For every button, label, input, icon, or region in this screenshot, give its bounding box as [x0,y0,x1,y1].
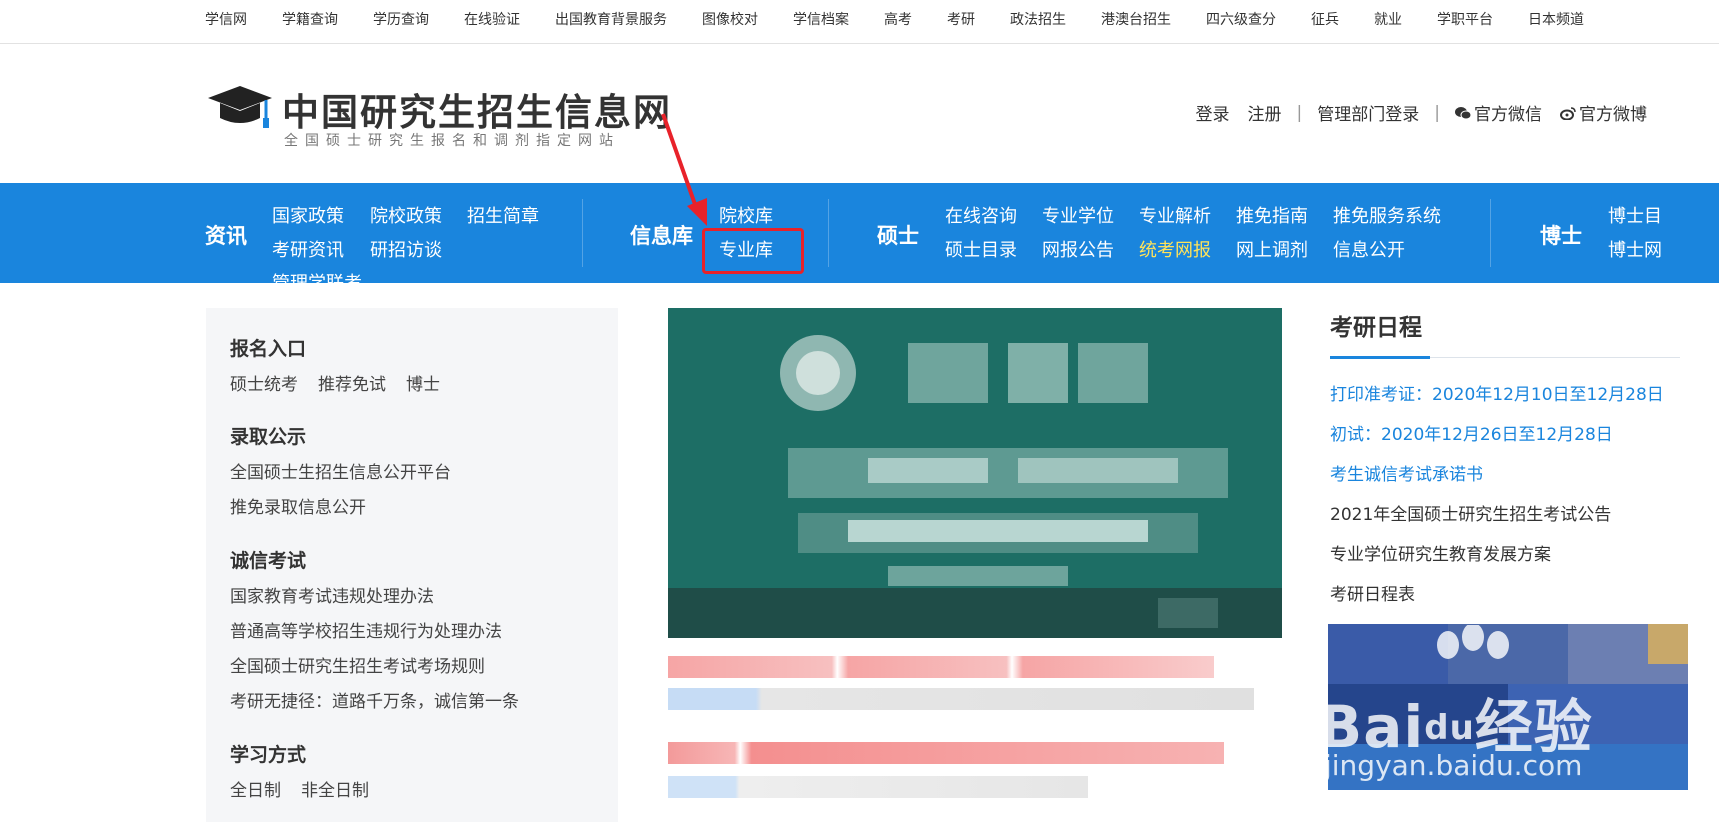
nav-link-major-analysis[interactable]: 专业解析 [1139,202,1211,228]
left-quick-links-panel: 报名入口 硕士统考 推荐免试 博士 录取公示 全国硕士生招生信息公开平台 推免录… [206,308,618,822]
nav-link-kaoyan-news[interactable]: 考研资讯 [272,236,344,262]
schedule-item[interactable]: 初试：2020年12月26日至12月28日 [1330,420,1613,445]
top-link-military[interactable]: 征兵 [1311,9,1339,29]
top-link-employment[interactable]: 就业 [1374,9,1402,29]
nav-link-national-policy[interactable]: 国家政策 [272,202,344,228]
nav-link-brochure[interactable]: 招生简章 [467,202,539,228]
top-link-gaokao[interactable]: 高考 [884,9,912,29]
nav-link-phd-catalog[interactable]: 博士目 [1608,202,1662,228]
weibo-label: 官方微博 [1579,105,1647,125]
separator: | [1434,102,1440,123]
link-recommend-admission-disclosure[interactable]: 推免录取信息公开 [230,493,366,518]
schedule-item[interactable]: 专业学位研究生教育发展方案 [1330,540,1551,565]
blurred-banner-icon [668,308,1282,638]
site-header: 中国研究生招生信息网 全国硕士研究生报名和调剂指定网站 登录 注册 | 管理部门… [0,44,1719,183]
nav-link-school-policy[interactable]: 院校政策 [370,202,442,228]
nav-divider [1490,199,1491,267]
section-heading-integrity: 诚信考试 [230,550,307,572]
section-heading-registration: 报名入口 [230,338,307,360]
top-link-law[interactable]: 政法招生 [1010,9,1066,29]
schedule-item[interactable]: 考研日程表 [1330,580,1415,605]
top-link-verify[interactable]: 在线验证 [464,9,520,29]
link-recommend[interactable]: 推荐免试 [318,370,386,395]
nav-link-interview[interactable]: 研招访谈 [370,236,442,262]
nav-divider [828,199,829,267]
nav-link-exam-registration[interactable]: 统考网报 [1139,236,1211,262]
login-link[interactable]: 登录 [1196,100,1230,125]
news-headline-blurred[interactable] [668,742,1224,764]
main-nav: 资讯 国家政策 院校政策 招生简章 考研资讯 研招访谈 管理学联考 信息库 院校… [0,183,1719,283]
nav-link-info-disclosure[interactable]: 信息公开 [1333,236,1405,262]
top-link-kaoyan[interactable]: 考研 [947,9,975,29]
section-heading-study-mode: 学习方式 [230,744,307,766]
nav-link-professional-degree[interactable]: 专业学位 [1042,202,1114,228]
top-link-japan[interactable]: 日本频道 [1528,9,1584,29]
nav-link-online-notice[interactable]: 网报公告 [1042,236,1114,262]
schedule-item[interactable]: 考生诚信考试承诺书 [1330,460,1483,485]
register-link[interactable]: 注册 [1248,100,1282,125]
blurred-banner-icon [1328,624,1688,790]
nav-link-major-db[interactable]: 专业库 [719,236,773,262]
weibo-link[interactable]: 官方微博 [1560,100,1647,125]
wechat-label: 官方微信 [1474,105,1542,125]
top-link-image-check[interactable]: 图像校对 [702,9,758,29]
nav-link-adjustment[interactable]: 网上调剂 [1236,236,1308,262]
center-banner-image[interactable] [668,308,1282,638]
wechat-link[interactable]: 官方微信 [1455,100,1542,125]
registration-links: 硕士统考 推荐免试 博士 [230,370,440,395]
site-logo[interactable]: 中国研究生招生信息网 全国硕士研究生报名和调剂指定网站 [206,80,676,150]
study-mode-links: 全日制 非全日制 [230,776,369,801]
nav-link-management-exam[interactable]: 管理学联考 [272,269,362,283]
link-full-time[interactable]: 全日制 [230,776,281,801]
weibo-icon [1560,106,1576,120]
right-banner-image[interactable] [1328,624,1688,790]
nav-category-news[interactable]: 资讯 [205,220,247,250]
nav-link-recommend-guide[interactable]: 推免指南 [1236,202,1308,228]
top-link-xueli[interactable]: 学历查询 [373,9,429,29]
top-link-chsi[interactable]: 学信网 [205,9,247,29]
wechat-icon [1455,106,1471,119]
top-link-career[interactable]: 学职平台 [1437,9,1493,29]
nav-link-recommend-system[interactable]: 推免服务系统 [1333,202,1441,228]
link-part-time[interactable]: 非全日制 [301,776,369,801]
news-headline-blurred[interactable] [668,656,1214,678]
section-heading-admission: 录取公示 [230,426,307,448]
top-utility-bar: 学信网 学籍查询 学历查询 在线验证 出国教育背景服务 图像校对 学信档案 高考… [0,0,1719,44]
nav-category-info[interactable]: 信息库 [630,220,693,250]
top-link-xueji[interactable]: 学籍查询 [282,9,338,29]
top-link-cet[interactable]: 四六级查分 [1206,9,1276,29]
link-integrity-slogan[interactable]: 考研无捷径：道路千万条，诚信第一条 [230,687,519,712]
schedule-item[interactable]: 打印准考证：2020年12月10日至12月28日 [1330,380,1664,405]
schedule-item[interactable]: 2021年全国硕士研究生招生考试公告 [1330,500,1611,525]
schedule-title: 考研日程 [1330,315,1422,341]
link-master-exam[interactable]: 硕士统考 [230,370,298,395]
news-meta-blurred [668,688,1254,710]
top-link-abroad[interactable]: 出国教育背景服务 [555,9,667,29]
nav-link-online-consult[interactable]: 在线咨询 [945,202,1017,228]
top-link-hk-macau-tw[interactable]: 港澳台招生 [1101,9,1171,29]
link-phd[interactable]: 博士 [406,370,440,395]
account-links: 登录 注册 | 管理部门登录 | 官方微信 官方微博 [1187,100,1656,126]
schedule-title-accent [1330,356,1430,359]
site-title: 中国研究生招生信息网 [282,90,672,134]
nav-link-master-catalog[interactable]: 硕士目录 [945,236,1017,262]
link-admission-violation-rules[interactable]: 普通高等学校招生违规行为处理办法 [230,617,502,642]
nav-link-school-db[interactable]: 院校库 [719,202,773,228]
nav-link-phd-site[interactable]: 博士网 [1608,236,1662,262]
top-links: 学信网 学籍查询 学历查询 在线验证 出国教育背景服务 图像校对 学信档案 高考… [205,0,1619,38]
site-subtitle: 全国硕士研究生报名和调剂指定网站 [284,133,620,149]
separator: | [1296,102,1303,123]
graduation-cap-icon [208,86,272,128]
nav-divider [582,199,583,267]
link-violation-rules[interactable]: 国家教育考试违规处理办法 [230,582,434,607]
admin-login-link[interactable]: 管理部门登录 [1317,100,1419,125]
nav-category-master[interactable]: 硕士 [877,220,919,250]
news-meta-blurred [668,776,1088,798]
link-exam-room-rules[interactable]: 全国硕士研究生招生考试考场规则 [230,652,485,677]
top-link-archive[interactable]: 学信档案 [793,9,849,29]
nav-category-phd[interactable]: 博士 [1540,220,1582,250]
link-master-disclosure-platform[interactable]: 全国硕士生招生信息公开平台 [230,458,451,483]
